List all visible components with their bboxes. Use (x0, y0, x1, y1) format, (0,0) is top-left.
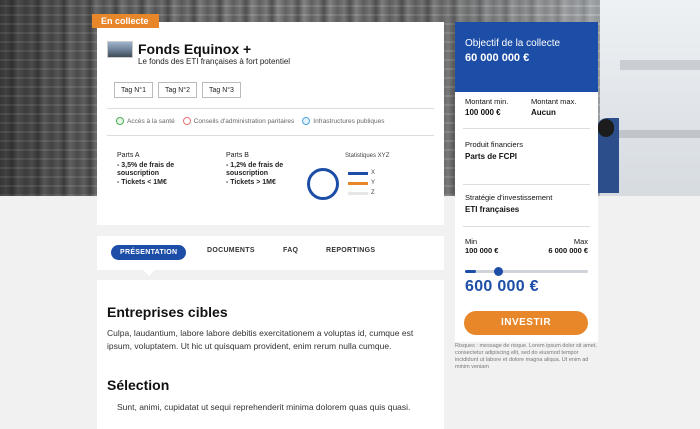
hero-beam (605, 130, 700, 138)
tag-3[interactable]: Tag N°3 (201, 82, 241, 98)
fund-card: Fonds Equinox + Le fonds des ETI françai… (97, 22, 444, 225)
water-drop-icon (302, 117, 311, 125)
strategy-label: Stratégie d'investissement (465, 193, 553, 202)
slider-min-label: Min (465, 237, 478, 246)
slider-max-label: Max (573, 237, 588, 246)
parts-b-line3: - Tickets > 1M€ (226, 178, 276, 186)
section-text-targets: Culpa, laudantium, labore labore debitis… (107, 328, 414, 351)
legend-label: Z (371, 190, 375, 196)
legend-swatch (348, 181, 368, 185)
feature-label: Accès à la santé (127, 117, 175, 125)
feature-infrastructure: Infrastructures publiques (302, 117, 384, 125)
feature-label: Conseils d'administration paritaires (193, 117, 295, 125)
fund-title: Fonds Equinox + (138, 41, 252, 57)
tab-reportings[interactable]: REPORTINGS (326, 247, 375, 254)
stats-legend: X Y Z (348, 168, 375, 198)
strategy-value: ETI françaises (465, 205, 520, 214)
active-tab-pointer (143, 270, 155, 276)
legend-item-x: X (348, 168, 375, 178)
legend-item-y: Y (348, 178, 375, 188)
parts-a-title: Parts A (117, 152, 140, 159)
divider (107, 135, 434, 136)
parts-b-line2: souscription (226, 170, 269, 177)
objective-value: 60 000 000 € (465, 52, 530, 64)
parts-b: Parts B - 1,2% de frais de souscription … (226, 152, 283, 187)
status-badge: En collecte (92, 14, 159, 28)
slider-max-value: 6 000 000 € (548, 246, 588, 255)
section-text-selection: Sunt, animi, cupidatat ut sequi reprehen… (117, 402, 411, 412)
tab-presentation[interactable]: PRÉSENTATION (111, 245, 187, 260)
section-heading-targets: Entreprises cibles (107, 304, 228, 320)
parts-a: Parts A - 3,5% de frais de souscription … (117, 152, 174, 187)
slider-min-value: 100 000 € (465, 246, 499, 255)
min-amount-label: Montant min. (465, 97, 509, 106)
objective-label: Objectif de la collecte (465, 38, 561, 49)
fund-logo (107, 41, 133, 58)
stats-donut-chart (307, 168, 339, 200)
tab-bar: PRÉSENTATION DOCUMENTS FAQ REPORTINGS (97, 236, 444, 270)
product-label: Produit financiers (465, 140, 523, 149)
parts-a-line2: souscription (117, 170, 160, 177)
objective-header: Objectif de la collecte 60 000 000 € (455, 22, 598, 92)
tag-1[interactable]: Tag N°1 (114, 82, 153, 98)
health-icon (116, 117, 124, 125)
tag-list: Tag N°1 Tag N°2 Tag N°3 (114, 82, 241, 98)
parts-b-title: Parts B (226, 152, 249, 159)
max-amount-label: Montant max. (531, 97, 577, 106)
feature-health: Accès à la santé (116, 117, 175, 125)
fund-subtitle: Le fonds des ETI françaises à fort poten… (138, 57, 291, 66)
amount-slider[interactable] (465, 267, 588, 276)
legend-swatch (348, 171, 368, 175)
product-value: Parts de FCPI (465, 152, 518, 161)
divider (463, 226, 590, 227)
stats-title: Statistiques XYZ (345, 153, 390, 159)
hero-worker-head (598, 119, 614, 137)
section-heading-selection: Sélection (107, 377, 170, 393)
handshake-icon (182, 117, 191, 125)
invest-button[interactable]: INVESTIR (464, 311, 588, 335)
feature-boards: Conseils d'administration paritaires (182, 117, 295, 125)
legend-label: X (371, 170, 376, 176)
min-amount-value: 100 000 € (465, 108, 501, 117)
divider (107, 108, 434, 109)
risk-disclaimer: Risques : message de risque. Lorem ipsum… (455, 343, 597, 370)
tab-documents[interactable]: DOCUMENTS (207, 247, 255, 254)
content-card: Entreprises cibles Culpa, laudantium, la… (97, 280, 444, 429)
divider (463, 184, 590, 185)
hero-beam (620, 60, 700, 70)
parts-b-line1: - 1,2% de frais de (226, 161, 284, 169)
legend-label: Y (371, 180, 376, 186)
investment-panel: Objectif de la collecte 60 000 000 € Mon… (455, 22, 598, 342)
divider (463, 128, 590, 129)
parts-a-line1: - 3,5% de frais de (117, 161, 175, 169)
max-amount-value: Aucun (531, 108, 556, 117)
tag-2[interactable]: Tag N°2 (157, 82, 197, 98)
feature-label: Infrastructures publiques (313, 117, 385, 125)
parts-a-line3: - Tickets < 1M€ (117, 178, 167, 186)
tab-faq[interactable]: FAQ (283, 247, 298, 254)
feature-list: Accès à la santé Conseils d'administrati… (116, 117, 384, 125)
slider-handle[interactable] (494, 267, 504, 276)
selected-amount: 600 000 € (465, 278, 539, 295)
slider-fill (465, 270, 477, 273)
legend-swatch (348, 191, 368, 195)
legend-item-z: Z (348, 188, 375, 198)
